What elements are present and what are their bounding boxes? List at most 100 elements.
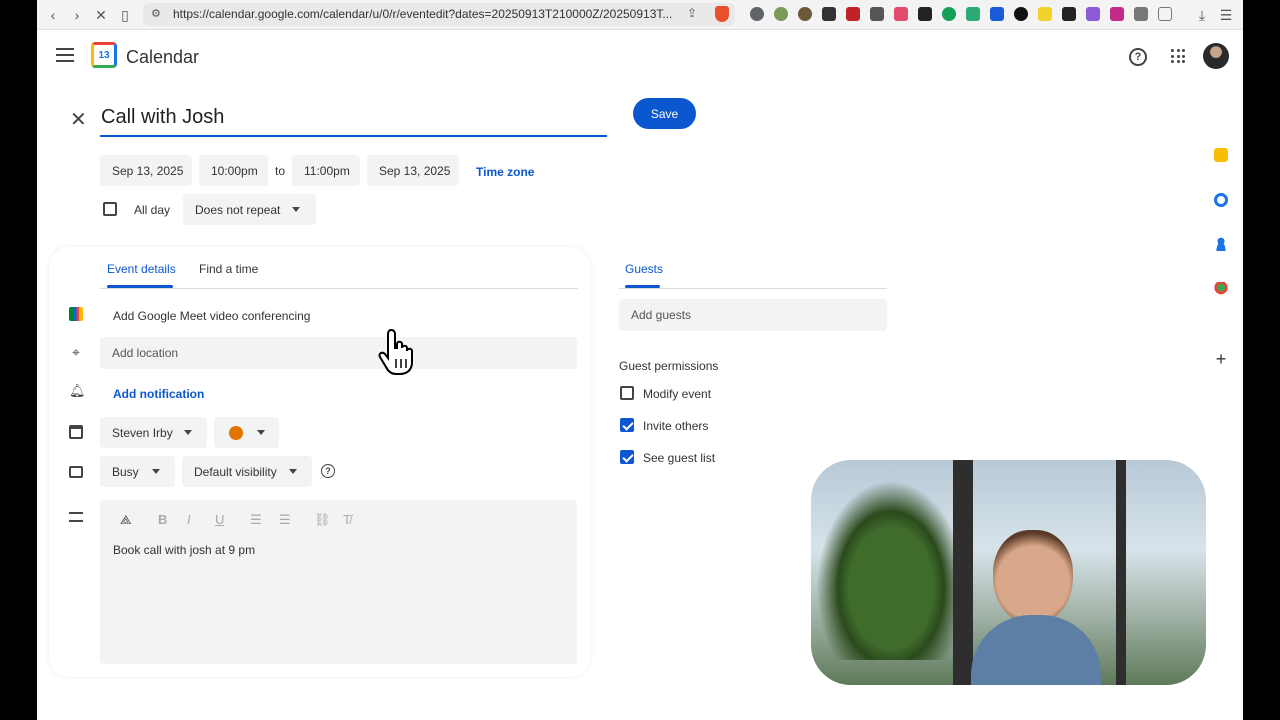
clear-format-icon[interactable]: T̸ bbox=[343, 512, 351, 527]
chevron-down-icon bbox=[184, 430, 192, 435]
bookmark-icon[interactable]: ▯ bbox=[115, 5, 135, 25]
forward-icon[interactable]: › bbox=[67, 5, 87, 25]
description-text: Book call with josh at 9 pm bbox=[113, 543, 256, 557]
reload-icon[interactable]: ✕ bbox=[91, 5, 111, 25]
tab-event-details[interactable]: Event details bbox=[107, 262, 176, 276]
event-title-input[interactable] bbox=[100, 100, 607, 137]
calendar-owner-dropdown[interactable]: Steven Irby bbox=[100, 417, 207, 448]
address-bar[interactable]: ⚙ https://calendar.google.com/calendar/u… bbox=[143, 3, 735, 26]
calendar-owner-value: Steven Irby bbox=[112, 425, 173, 440]
all-day-label: All day bbox=[134, 203, 171, 217]
main-menu-icon[interactable] bbox=[56, 48, 74, 62]
bulleted-list-icon[interactable]: ☰ bbox=[279, 512, 291, 528]
guest-permissions-title: Guest permissions bbox=[619, 359, 719, 373]
chevron-down-icon bbox=[152, 469, 160, 474]
time-zone-link[interactable]: Time zone bbox=[476, 165, 534, 179]
contacts-icon[interactable] bbox=[1214, 237, 1228, 251]
visibility-help-icon[interactable]: ? bbox=[321, 464, 335, 478]
help-icon[interactable]: ? bbox=[1129, 48, 1147, 66]
browser-frame: ‹ › ✕ ▯ ⚙ https://calendar.google.com/ca… bbox=[37, 0, 1243, 720]
app-title[interactable]: Calendar bbox=[126, 47, 199, 68]
numbered-list-icon[interactable]: ☰ bbox=[250, 512, 262, 528]
start-date-field[interactable]: Sep 13, 2025 bbox=[100, 155, 192, 186]
extension-2-icon[interactable] bbox=[774, 7, 788, 21]
extensions-puzzle-icon[interactable] bbox=[1134, 7, 1148, 21]
add-notification-link[interactable]: Add notification bbox=[113, 387, 204, 401]
extension-8-icon[interactable] bbox=[918, 7, 932, 21]
extension-13-icon[interactable] bbox=[1038, 7, 1052, 21]
chevron-down-icon bbox=[257, 430, 265, 435]
site-settings-icon[interactable]: ⚙ bbox=[151, 7, 161, 20]
tab-find-a-time[interactable]: Find a time bbox=[199, 262, 258, 276]
extension-10-icon[interactable] bbox=[966, 7, 980, 21]
underline-icon[interactable]: U bbox=[215, 512, 224, 527]
google-meet-icon bbox=[69, 307, 83, 321]
keep-icon[interactable] bbox=[1214, 148, 1228, 162]
tasks-icon[interactable] bbox=[1214, 193, 1228, 207]
sidebar-icon[interactable] bbox=[1158, 7, 1172, 21]
close-icon[interactable]: ✕ bbox=[70, 110, 87, 130]
calendar-logo-icon[interactable]: 13 bbox=[91, 42, 117, 68]
add-addon-icon[interactable]: + bbox=[1214, 350, 1228, 368]
end-time-field[interactable]: 11:00pm bbox=[292, 155, 360, 186]
tabs-divider bbox=[100, 288, 578, 289]
maps-icon[interactable] bbox=[1214, 282, 1228, 296]
extension-1-icon[interactable] bbox=[750, 7, 764, 21]
extension-3-icon[interactable] bbox=[798, 7, 812, 21]
window-frame bbox=[1116, 460, 1126, 685]
description-icon bbox=[69, 512, 83, 522]
browser-toolbar: ‹ › ✕ ▯ ⚙ https://calendar.google.com/ca… bbox=[37, 0, 1243, 30]
link-icon[interactable]: ⛓ bbox=[314, 512, 331, 528]
tab-guests[interactable]: Guests bbox=[625, 262, 663, 276]
grammarly-icon[interactable] bbox=[942, 7, 956, 21]
description-editor[interactable]: ⟁ B I U ☰ ☰ ⛓ T̸ Book call with josh at … bbox=[100, 500, 577, 664]
start-time-field[interactable]: 10:00pm bbox=[199, 155, 268, 186]
hand-cursor-icon bbox=[378, 328, 413, 375]
extension-11-icon[interactable] bbox=[990, 7, 1004, 21]
calendar-icon bbox=[69, 425, 83, 439]
see-guest-list-checkbox[interactable] bbox=[620, 450, 634, 464]
extension-6-icon[interactable] bbox=[870, 7, 884, 21]
location-input[interactable]: Add location bbox=[100, 337, 577, 369]
modify-event-label: Modify event bbox=[643, 387, 712, 401]
webcam-overlay bbox=[811, 460, 1206, 685]
bold-icon[interactable]: B bbox=[158, 512, 167, 527]
account-avatar[interactable] bbox=[1203, 43, 1229, 69]
presenter-image bbox=[971, 530, 1101, 685]
extension-7-icon[interactable] bbox=[894, 7, 908, 21]
extension-14-icon[interactable] bbox=[1062, 7, 1076, 21]
plant-image bbox=[816, 480, 966, 660]
ublock-icon[interactable] bbox=[846, 7, 860, 21]
availability-dropdown[interactable]: Busy bbox=[100, 456, 175, 487]
location-pin-icon: ⌖ bbox=[72, 344, 80, 360]
brave-shield-icon[interactable] bbox=[715, 6, 729, 22]
add-meet-button[interactable]: Add Google Meet video conferencing bbox=[113, 309, 310, 323]
extension-15-icon[interactable] bbox=[1086, 7, 1100, 21]
save-button[interactable]: Save bbox=[633, 98, 696, 129]
app-header: 13 Calendar ? bbox=[37, 30, 1243, 84]
invite-others-label: Invite others bbox=[643, 419, 709, 433]
event-color-dropdown[interactable] bbox=[214, 417, 279, 448]
italic-icon[interactable]: I bbox=[187, 512, 191, 527]
bell-icon: 🔔︎ bbox=[69, 383, 86, 398]
browser-menu-icon[interactable]: ☰ bbox=[1216, 5, 1236, 25]
share-icon[interactable]: ⇪ bbox=[687, 6, 697, 20]
url-text: https://calendar.google.com/calendar/u/0… bbox=[173, 7, 673, 21]
visibility-dropdown[interactable]: Default visibility bbox=[182, 456, 312, 487]
event-color-swatch bbox=[229, 426, 243, 440]
visibility-value: Default visibility bbox=[194, 464, 277, 479]
ai-assist-icon[interactable]: ⟁ bbox=[120, 512, 132, 528]
extension-12-icon[interactable] bbox=[1014, 7, 1028, 21]
end-date-field[interactable]: Sep 13, 2025 bbox=[367, 155, 459, 186]
modify-event-checkbox[interactable] bbox=[620, 386, 634, 400]
download-icon[interactable]: ⤓ bbox=[1192, 5, 1212, 25]
google-apps-icon[interactable] bbox=[1171, 49, 1185, 63]
add-guests-input[interactable]: Add guests bbox=[619, 299, 887, 331]
invite-others-checkbox[interactable] bbox=[620, 418, 634, 432]
repeat-dropdown[interactable]: Does not repeat bbox=[183, 194, 316, 225]
to-label: to bbox=[275, 164, 286, 178]
back-icon[interactable]: ‹ bbox=[43, 5, 63, 25]
all-day-checkbox[interactable] bbox=[103, 202, 117, 216]
extension-16-icon[interactable] bbox=[1110, 7, 1124, 21]
extension-4-icon[interactable] bbox=[822, 7, 836, 21]
